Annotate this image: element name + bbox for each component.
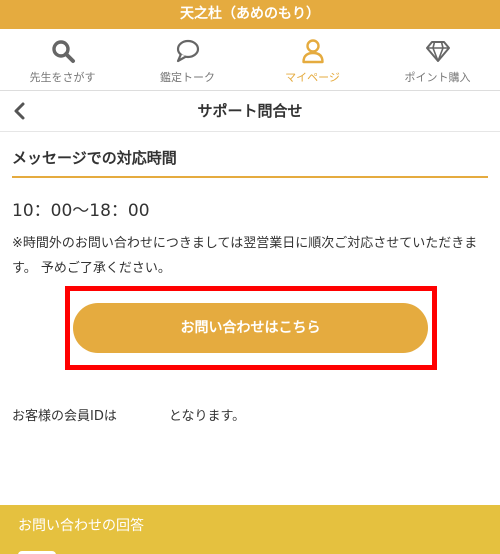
answers-title: お問い合わせの回答: [18, 518, 144, 534]
answers-section-header[interactable]: お問い合わせの回答: [0, 505, 500, 554]
nav-label: 鑑定トーク: [160, 71, 215, 84]
section-title: メッセージでの対応時間: [12, 147, 488, 178]
nav-item-buy-points[interactable]: ポイント購入: [375, 29, 500, 90]
chevron-left-icon[interactable]: [10, 100, 30, 122]
page-title: サポート問合せ: [197, 102, 303, 120]
page-header: サポート問合せ: [0, 91, 500, 132]
search-icon: [51, 40, 75, 63]
speech-bubble-icon: [176, 39, 199, 63]
main-nav: 先生をさがす 鑑定トーク マイページ ポイント購入: [0, 29, 500, 91]
nav-item-talk[interactable]: 鑑定トーク: [125, 29, 250, 90]
nav-item-search-teachers[interactable]: 先生をさがす: [0, 29, 125, 90]
nav-item-mypage[interactable]: マイページ: [250, 29, 375, 90]
app-title: 天之杜（あめのもり）: [180, 6, 320, 22]
member-id-suffix: となります。: [168, 409, 246, 424]
nav-label: 先生をさがす: [29, 71, 96, 84]
diamond-icon: [425, 41, 450, 62]
support-hours: 10：00〜18：00: [12, 201, 150, 221]
nav-label: マイページ: [285, 71, 340, 84]
contact-button[interactable]: お問い合わせはこちら: [73, 303, 428, 353]
member-id-prefix: お客様の会員IDは: [12, 409, 117, 424]
person-icon: [301, 39, 324, 64]
support-note: ※時間外のお問い合わせにつきましては翌営業日に順次ご対応させていただきます。 予…: [12, 236, 478, 276]
app-title-bar: 天之杜（あめのもり）: [0, 0, 500, 29]
nav-label: ポイント購入: [404, 71, 471, 84]
member-id-line: お客様の会員IDは となります。: [12, 405, 245, 424]
